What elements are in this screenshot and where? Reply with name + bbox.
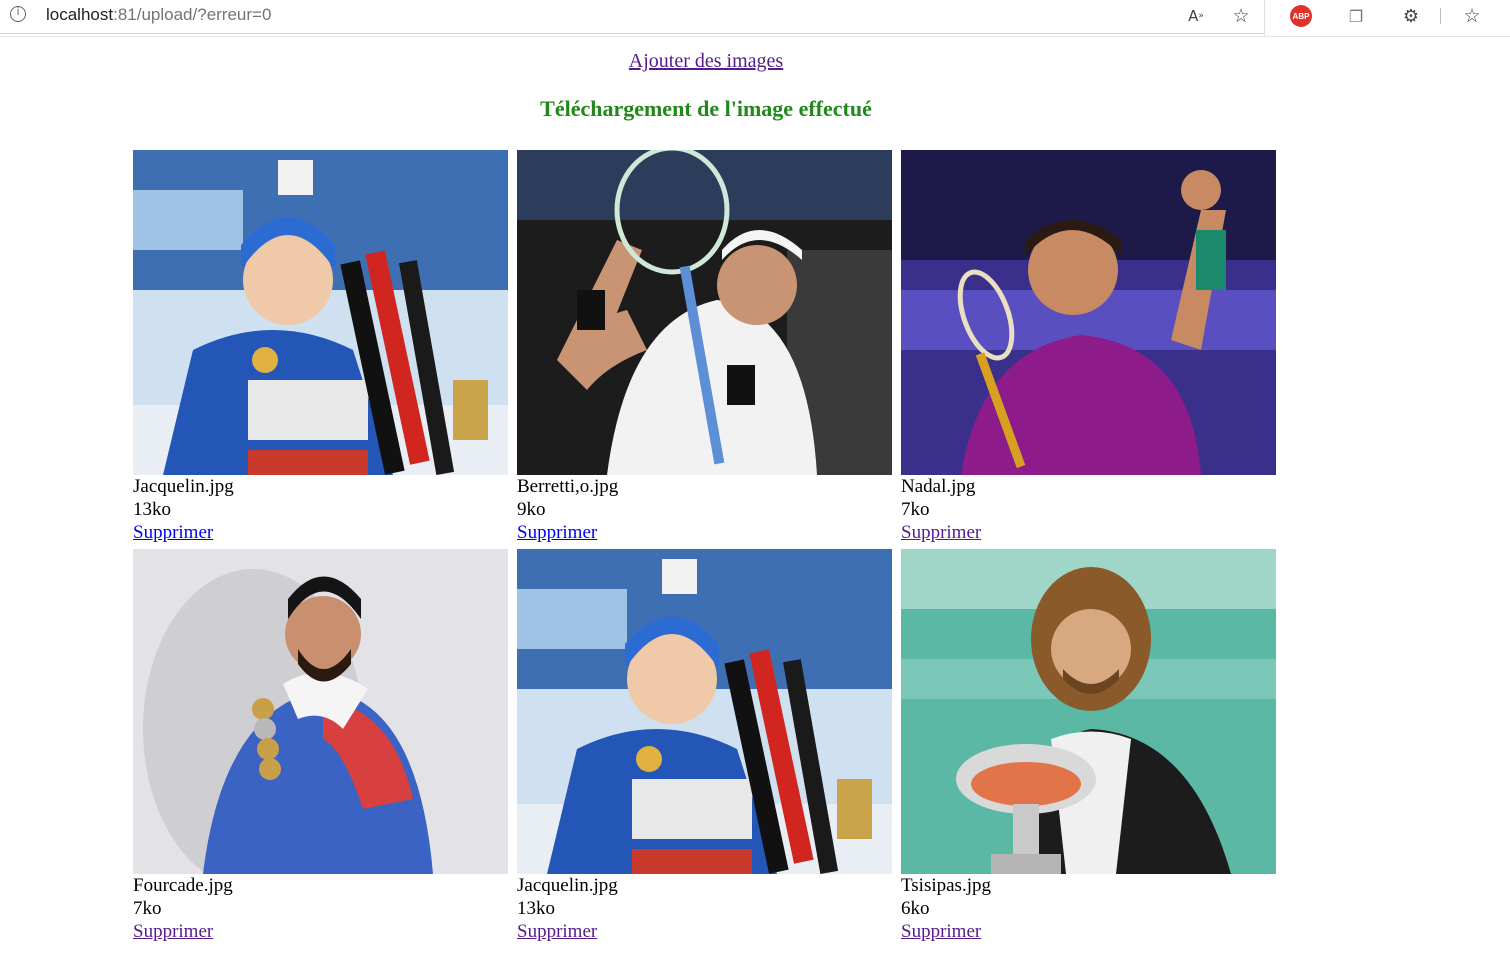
image-size: 13ko xyxy=(133,499,171,520)
upload-success-message: Téléchargement de l'image effectué xyxy=(540,96,872,121)
image-card: Berretti,o.jpg 9ko Supprimer xyxy=(517,150,892,544)
delete-link[interactable]: Supprimer xyxy=(901,522,981,543)
uploaded-image xyxy=(133,150,508,475)
toolbar-divider xyxy=(1264,0,1265,36)
url-text[interactable]: localhost:81/upload/?erreur=0 xyxy=(46,5,271,25)
image-size: 6ko xyxy=(901,898,930,919)
toolbar-bottom-border xyxy=(0,36,1510,37)
image-filename: Tsisipas.jpg xyxy=(901,875,991,896)
image-card: Jacquelin.jpg 13ko Supprimer xyxy=(133,150,508,544)
favorites-icon[interactable]: ☆ xyxy=(1461,5,1483,27)
image-card: Jacquelin.jpg 13ko Supprimer xyxy=(517,549,892,943)
uploaded-image xyxy=(901,150,1276,475)
browser-toolbar: localhost:81/upload/?erreur=0 A» ☆ ABP ❐… xyxy=(0,0,1510,36)
image-size: 7ko xyxy=(133,898,162,919)
read-aloud-icon[interactable]: A» xyxy=(1185,5,1207,27)
image-filename: Nadal.jpg xyxy=(901,476,976,497)
add-images-container: Ajouter des images xyxy=(0,50,1412,73)
image-card: Nadal.jpg 7ko Supprimer xyxy=(901,150,1276,544)
collections-icon[interactable]: ❐ xyxy=(1345,5,1367,27)
image-filename: Fourcade.jpg xyxy=(133,875,233,896)
delete-link[interactable]: Supprimer xyxy=(133,921,213,942)
delete-link[interactable]: Supprimer xyxy=(901,921,981,942)
delete-link[interactable]: Supprimer xyxy=(517,522,597,543)
toolbar-separator xyxy=(1440,8,1441,24)
adblock-plus-icon[interactable]: ABP xyxy=(1290,5,1312,27)
delete-link[interactable]: Supprimer xyxy=(133,522,213,543)
image-size: 13ko xyxy=(517,898,555,919)
uploaded-image xyxy=(901,549,1276,874)
delete-link[interactable]: Supprimer xyxy=(517,921,597,942)
image-filename: Jacquelin.jpg xyxy=(133,476,234,497)
image-size: 9ko xyxy=(517,499,546,520)
image-filename: Jacquelin.jpg xyxy=(517,875,618,896)
uploaded-image xyxy=(517,549,892,874)
add-favorite-icon[interactable]: ☆ xyxy=(1230,5,1252,27)
extensions-icon[interactable]: ⚙ xyxy=(1400,5,1422,27)
site-info-icon[interactable] xyxy=(10,5,26,22)
uploaded-image xyxy=(517,150,892,475)
image-size: 7ko xyxy=(901,499,930,520)
image-card: Fourcade.jpg 7ko Supprimer xyxy=(133,549,508,943)
address-bar[interactable]: localhost:81/upload/?erreur=0 A» ☆ xyxy=(0,0,1264,34)
add-images-link[interactable]: Ajouter des images xyxy=(629,50,783,72)
uploaded-image xyxy=(133,549,508,874)
image-card: Tsisipas.jpg 6ko Supprimer xyxy=(901,549,1276,943)
image-filename: Berretti,o.jpg xyxy=(517,476,619,497)
